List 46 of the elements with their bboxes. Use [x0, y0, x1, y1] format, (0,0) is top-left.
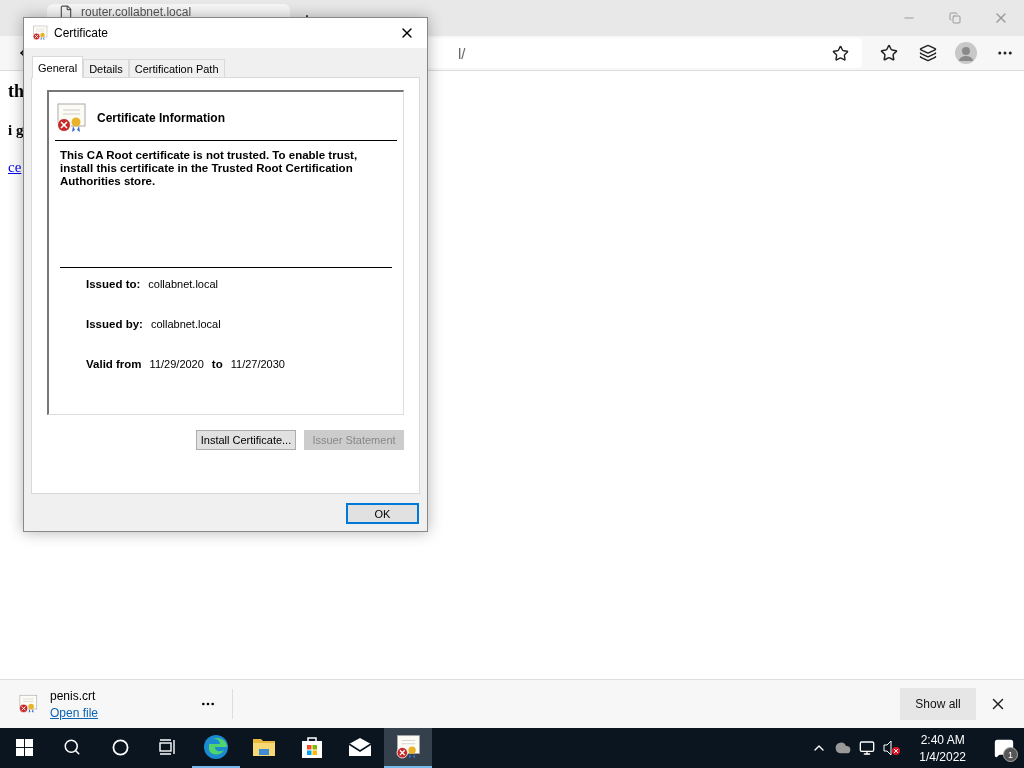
- field-value: collabnet.local: [148, 278, 219, 290]
- info-title: Certificate Information: [97, 111, 225, 125]
- page-icon: [59, 5, 73, 19]
- field-value: 11/29/2020: [149, 358, 204, 370]
- circle-icon[interactable]: [111, 738, 129, 756]
- field-label: Issued to:: [86, 278, 141, 290]
- avatar-icon[interactable]: [955, 42, 978, 64]
- trust-message: This CA Root certificate is not trusted. To enable trust, install this certificate in the Trusted Root Certification Authorities store.: [60, 149, 392, 268]
- page-link[interactable]: ce: [8, 159, 22, 176]
- notification-count: 1: [1003, 747, 1018, 762]
- field-label: Issued by:: [86, 318, 143, 330]
- taskbar-app[interactable]: [384, 728, 432, 768]
- clock-time[interactable]: 2:40 AM: [920, 732, 965, 747]
- task-view-icon[interactable]: [159, 739, 177, 755]
- field-value: 11/27/2030: [230, 358, 285, 370]
- speaker-muted-icon[interactable]: [883, 740, 902, 756]
- certificate-file-icon: [18, 694, 38, 714]
- certificate-error-icon: [55, 102, 87, 134]
- dialog-tab[interactable]: General: [32, 56, 84, 78]
- file-name: penis.crt: [50, 688, 97, 703]
- field-value: collabnet.local: [150, 318, 221, 330]
- windows-start-icon[interactable]: [15, 738, 33, 756]
- show-all-button[interactable]: Show all: [900, 688, 976, 720]
- page-text: th: [8, 81, 24, 102]
- collections-icon[interactable]: [918, 44, 937, 62]
- field-label: to: [211, 358, 223, 370]
- favorites-icon[interactable]: [880, 44, 899, 62]
- field-label: Valid from: [86, 358, 142, 370]
- dialog-tab[interactable]: Details: [83, 59, 129, 78]
- network-icon[interactable]: [859, 740, 876, 756]
- page-text: i g: [8, 122, 24, 139]
- dialog-title: Certificate: [54, 26, 109, 40]
- cloud-icon[interactable]: [835, 740, 852, 756]
- mail-icon[interactable]: [348, 737, 372, 757]
- install-certificate-button[interactable]: Install Certificate...: [196, 430, 296, 450]
- open-file-link[interactable]: Open file: [50, 705, 200, 720]
- edge-browser-icon[interactable]: [203, 734, 229, 760]
- clock-date[interactable]: 1/4/2022: [919, 749, 966, 764]
- search-icon[interactable]: [63, 738, 81, 756]
- shopping-bag-icon[interactable]: [301, 735, 323, 759]
- ok-button[interactable]: OK: [346, 503, 419, 524]
- certificate-icon: [395, 734, 421, 760]
- certificate-icon: [32, 25, 48, 41]
- folder-icon[interactable]: [252, 737, 276, 757]
- add-favorite-icon[interactable]: [831, 44, 849, 62]
- dialog-tab[interactable]: Certification Path: [128, 59, 225, 78]
